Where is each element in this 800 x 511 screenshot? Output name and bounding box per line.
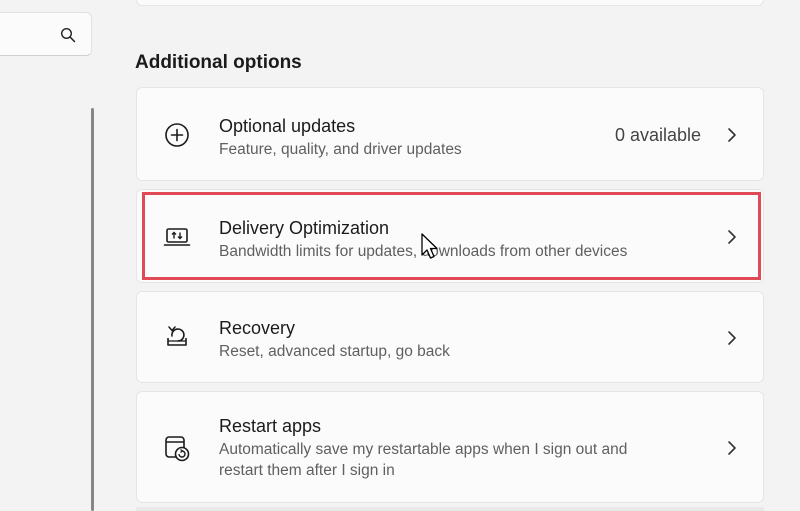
sidebar-scrollbar[interactable] [91, 108, 94, 511]
optional-updates-card[interactable]: Optional updates Feature, quality, and d… [136, 87, 764, 181]
optional-updates-subtitle: Feature, quality, and driver updates [219, 141, 462, 158]
chevron-right-icon [728, 331, 736, 345]
chevron-right-icon [728, 230, 736, 244]
delivery-optimization-card[interactable]: Delivery Optimization Bandwidth limits f… [136, 189, 764, 283]
previous-card[interactable] [136, 0, 764, 6]
plus-circle-icon [165, 123, 189, 147]
chevron-right-icon [728, 128, 736, 142]
next-card-stub [136, 507, 764, 511]
restart-apps-card[interactable]: Restart apps Automatically save my resta… [136, 391, 764, 503]
search-icon[interactable] [60, 27, 76, 43]
restart-apps-subtitle: Automatically save my restartable apps w… [219, 441, 628, 479]
optional-updates-title: Optional updates [219, 116, 356, 136]
sidebar [0, 0, 118, 511]
section-title: Additional options [135, 52, 302, 73]
delivery-optimization-icon [163, 228, 191, 246]
restart-apps-icon [165, 436, 190, 462]
recovery-subtitle: Reset, advanced startup, go back [219, 343, 450, 360]
restart-apps-title: Restart apps [219, 416, 322, 436]
search-input[interactable] [0, 12, 92, 56]
optional-updates-count: 0 available [614, 125, 701, 145]
chevron-right-icon [728, 441, 736, 455]
recovery-title: Recovery [219, 318, 296, 338]
recovery-icon [167, 326, 187, 346]
mouse-cursor-icon [421, 233, 438, 259]
recovery-card[interactable]: Recovery Reset, advanced startup, go bac… [136, 291, 764, 383]
